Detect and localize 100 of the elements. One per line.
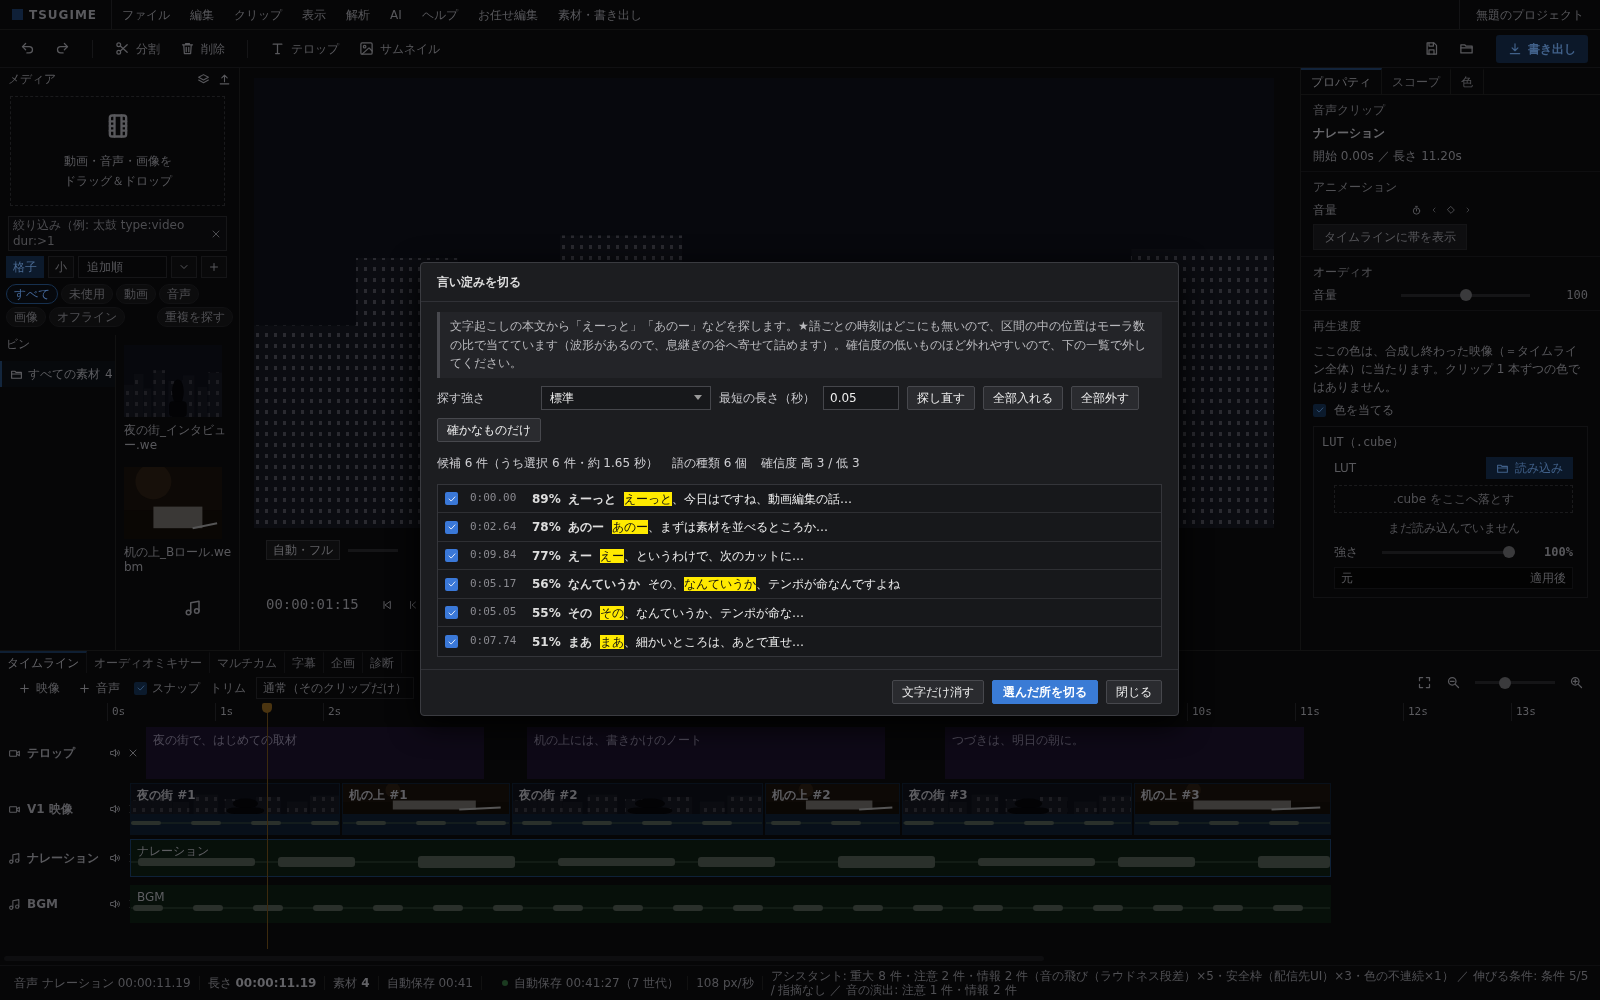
find-duplicates-button[interactable]: 重複を探す <box>157 307 233 328</box>
export-button[interactable]: 書き出し <box>1496 34 1588 63</box>
timeline-tab[interactable]: 字幕 <box>285 651 324 673</box>
fit-button[interactable]: 自動・フル <box>266 540 340 560</box>
video-clip[interactable]: 机の上 #2 <box>765 783 900 835</box>
filler-word: その <box>568 604 592 622</box>
clip-label: 夜の街 #3 <box>909 787 968 804</box>
panel-tab[interactable]: スコープ <box>1382 68 1451 94</box>
context-text: まあ、細かいところは、あとで直せ… <box>600 633 804 651</box>
candidate-time: 0:05.05 <box>470 604 518 621</box>
video-clip[interactable]: 夜の街 #2 <box>512 783 763 835</box>
trim-label: トリム <box>210 680 246 697</box>
clip-label: 夜の街 #2 <box>519 787 578 804</box>
panel-tab[interactable]: 色 <box>1451 68 1484 94</box>
filter-chip[interactable]: 未使用 <box>61 284 113 305</box>
drop-zone[interactable]: 動画・音声・画像を ドラッグ＆ドロップ <box>10 96 225 206</box>
add-video-button[interactable]: 映像 <box>14 679 64 697</box>
strength-select[interactable]: 標準 <box>541 385 711 410</box>
toolbar-button[interactable]: 削除 <box>172 35 233 62</box>
filter-chip[interactable]: 画像 <box>6 307 46 328</box>
section-label: ビン <box>5 336 31 354</box>
min-length-field[interactable]: 0.05 <box>823 385 899 410</box>
summary-text: 語の種類 6 個 <box>671 454 748 472</box>
timeline-tab[interactable]: タイムライン <box>0 651 87 673</box>
filter-chip[interactable]: すべて <box>6 284 58 305</box>
cut-button[interactable]: 選んだ所を切る <box>992 679 1098 704</box>
context-text: その、なんていうか、テンポが命なんですよね <box>648 576 900 594</box>
clip-label: 夜の街 #1 <box>137 787 196 804</box>
toolbar-button[interactable]: サムネイル <box>351 35 448 62</box>
filter-chip[interactable]: オフライン <box>49 307 125 328</box>
filter-chip[interactable]: 動画 <box>116 284 156 305</box>
action-button[interactable]: 探し直す <box>907 385 975 410</box>
video-clip[interactable]: 夜の街 #3 <box>902 783 1132 835</box>
checkbox-label: 色を当てる <box>1334 402 1394 419</box>
toolbar-button[interactable]: 分割 <box>107 35 168 62</box>
field-label: 最短の長さ（秒） <box>719 389 815 407</box>
project-name: 無題のプロジェクト <box>1459 0 1600 29</box>
timeline-tab[interactable]: 診断 <box>363 651 402 673</box>
add-audio-button[interactable]: 音声 <box>74 679 124 697</box>
section-label: アニメーション <box>1313 179 1398 196</box>
clip-label: 机の上 #3 <box>1141 787 1200 804</box>
audio-clip[interactable]: ナレーション <box>130 839 1331 877</box>
compare-bar: 元 適用後 <box>1334 567 1573 589</box>
action-button[interactable]: 全部外す <box>1071 385 1139 410</box>
param-label: 音量 <box>1313 202 1338 219</box>
confidence-value: 56% <box>532 576 562 594</box>
candidate-time: 0:02.64 <box>470 518 518 535</box>
panel-tab[interactable]: プロパティ <box>1301 68 1382 94</box>
timeline-tab[interactable]: オーディオミキサー <box>87 651 210 673</box>
video-clip[interactable]: 机の上 #3 <box>1134 783 1331 835</box>
status-text: 音声 ナレーション 00:00:11.19 <box>14 975 191 991</box>
panel-title: メディア <box>8 71 57 88</box>
view-toggle[interactable]: 小 <box>48 256 74 279</box>
video-clip[interactable]: 机の上 #1 <box>342 783 510 835</box>
menu-item[interactable]: ヘルプ <box>421 5 458 24</box>
menu-item[interactable]: 解析 <box>346 5 371 24</box>
menu-item[interactable]: クリップ <box>234 5 283 24</box>
sort-select[interactable]: 追加順 <box>78 256 167 279</box>
lut-drop-zone[interactable]: .cube をここへ落とす <box>1334 485 1573 513</box>
candidate-time: 0:07.74 <box>470 633 518 650</box>
track-name: テロップ <box>27 745 77 762</box>
ruler-label: 0s <box>107 703 126 721</box>
audio-clip[interactable]: BGM <box>130 885 1331 923</box>
dialog-button[interactable]: 閉じる <box>1106 679 1162 704</box>
menu-item[interactable]: 素材・書き出し <box>557 5 642 24</box>
section-label: 音声クリップ <box>1313 102 1387 119</box>
view-toggle[interactable]: 格子 <box>6 256 44 279</box>
menu-item[interactable]: AI <box>390 5 402 24</box>
confidence-value: 55% <box>532 604 562 622</box>
action-button[interactable]: 全部入れる <box>983 385 1063 410</box>
show-band-button[interactable]: タイムラインに帯を表示 <box>1313 224 1467 250</box>
timeline-tab[interactable]: 企画 <box>324 651 363 673</box>
search-field[interactable]: 絞り込み（例: 太鼓 type:video dur:>1 <box>8 216 227 252</box>
trim-select[interactable]: 通常（そのクリップだけ） <box>256 677 414 699</box>
filler-word: えー <box>568 547 592 565</box>
bin-item[interactable]: すべての素材 4 <box>0 361 115 388</box>
dialog-button[interactable]: 文字だけ消す <box>892 679 984 704</box>
clip-label: 机の上 #2 <box>772 787 831 804</box>
status-text: 素材 4 <box>333 975 370 991</box>
ruler-label: 12s <box>1403 703 1428 721</box>
filler-word: えーっと <box>568 490 616 508</box>
timeline-tab[interactable]: マルチカム <box>210 651 285 673</box>
video-clip[interactable]: 夜の街 #1 <box>130 783 340 835</box>
drop-hint: 動画・音声・画像を <box>63 153 172 170</box>
menu-item[interactable]: 編集 <box>190 5 215 24</box>
ruler-label: 13s <box>1511 703 1536 721</box>
color-note: ここの色は、合成し終わった映像（＝タイムライン全体）に当たります。クリップ 1 本ずつの色ではありません。 <box>1313 343 1582 396</box>
action-button[interactable]: 確かなものだけ <box>437 417 541 442</box>
clip-label: BGM <box>137 889 165 906</box>
load-button[interactable]: 読み込み <box>1486 457 1573 479</box>
menu-item[interactable]: 表示 <box>302 5 327 24</box>
menu-item[interactable]: お任せ編集 <box>477 5 538 24</box>
field-label: LUT <box>1334 460 1357 477</box>
filter-chip[interactable]: 音声 <box>159 284 199 305</box>
notice-text: 文字起こしの本文から「えーっと」「あのー」などを探します。★語ごとの時刻はどこにも無いので、区間の中の位置はモーラ数の比で当てています（波形があるので、息継ぎの谷へ寄せて詰めます）。確信度の低いものほど外れやすいので、下の一覧で外してください。 <box>437 312 1162 378</box>
menu-item[interactable]: ファイル <box>122 5 171 24</box>
param-label: 音量 <box>1313 287 1338 304</box>
status-text: アシスタント: 重大 8 件・注意 2 件・情報 2 件（音の飛び（ラウドネス段差）×5・安全枠（配信先UI）×3・色の不連続×1） ／ 伸びる条件: 条件 5/5 / 指摘なし ／ 音の演出: 注意 1 件・情報 2 件 <box>770 968 1590 998</box>
status-text: 自動保存 00:41:27（7 世代） <box>514 975 680 991</box>
toolbar-button[interactable]: テロップ <box>262 35 347 62</box>
